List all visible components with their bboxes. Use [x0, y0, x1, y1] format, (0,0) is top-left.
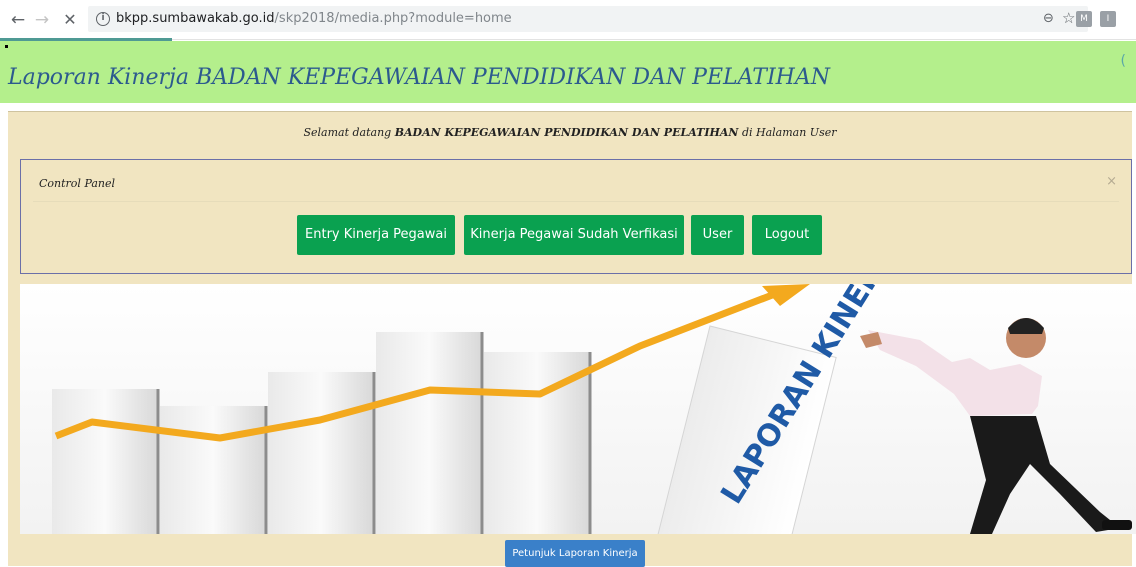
page: Laporan Kinerja BADAN KEPEGAWAIAN PENDID…: [0, 41, 1136, 567]
info-icon[interactable]: i: [96, 12, 110, 26]
site-header: Laporan Kinerja BADAN KEPEGAWAIAN PENDID…: [0, 41, 1136, 103]
logout-button[interactable]: Logout: [752, 215, 822, 255]
chart-column: [52, 389, 158, 534]
petunjuk-button[interactable]: Petunjuk Laporan Kinerja: [505, 540, 645, 567]
url-path: /skp2018/media.php?module=home: [274, 11, 512, 26]
browser-toolbar: ← → ✕ i bkpp.sumbawakab.go.id/skp2018/me…: [0, 0, 1136, 41]
stop-loading-icon[interactable]: ✕: [60, 10, 80, 30]
site-title: Laporan Kinerja BADAN KEPEGAWAIAN PENDID…: [8, 65, 830, 90]
welcome-message: Selamat datang BADAN KEPEGAWAIAN PENDIDI…: [8, 126, 1132, 139]
zoom-icon[interactable]: ⊖: [1043, 11, 1054, 26]
chart-column: [376, 332, 482, 534]
welcome-suffix: di Halaman User: [738, 126, 837, 139]
banner-image: LAPORAN KINERJA: [20, 284, 1136, 534]
main-content: Selamat datang BADAN KEPEGAWAIAN PENDIDI…: [8, 111, 1136, 567]
forward-icon[interactable]: →: [32, 10, 52, 30]
entry-kinerja-button[interactable]: Entry Kinerja Pegawai: [297, 215, 455, 255]
chart-column: [160, 406, 266, 534]
verified-kinerja-button[interactable]: Kinerja Pegawai Sudah Verfikasi: [464, 215, 684, 255]
control-panel: Control Panel × Entry Kinerja Pegawai Ki…: [20, 159, 1132, 274]
extension-icon[interactable]: I: [1100, 11, 1116, 27]
bullet-dot: [5, 45, 8, 48]
panel-divider: [33, 201, 1119, 202]
extension-m-icon[interactable]: M: [1076, 11, 1092, 27]
welcome-org: BADAN KEPEGAWAIAN PENDIDIKAN DAN PELATIH…: [394, 126, 739, 139]
performance-chart-illustration: LAPORAN KINERJA: [20, 284, 1136, 534]
url-host: bkpp.sumbawakab.go.id: [116, 11, 275, 26]
back-icon[interactable]: ←: [8, 10, 28, 30]
chart-column: [268, 372, 374, 534]
loading-spinner-icon: (: [1120, 53, 1126, 69]
control-panel-title: Control Panel: [39, 177, 116, 190]
bookmark-star-icon[interactable]: ☆: [1062, 9, 1075, 27]
close-icon[interactable]: ×: [1106, 174, 1117, 189]
url-text[interactable]: bkpp.sumbawakab.go.id/skp2018/media.php?…: [116, 11, 512, 26]
welcome-prefix: Selamat datang: [303, 126, 395, 139]
address-bar[interactable]: i bkpp.sumbawakab.go.id/skp2018/media.ph…: [88, 6, 1088, 32]
user-button[interactable]: User: [691, 215, 744, 255]
control-buttons: Entry Kinerja Pegawai Kinerja Pegawai Su…: [21, 215, 1131, 255]
